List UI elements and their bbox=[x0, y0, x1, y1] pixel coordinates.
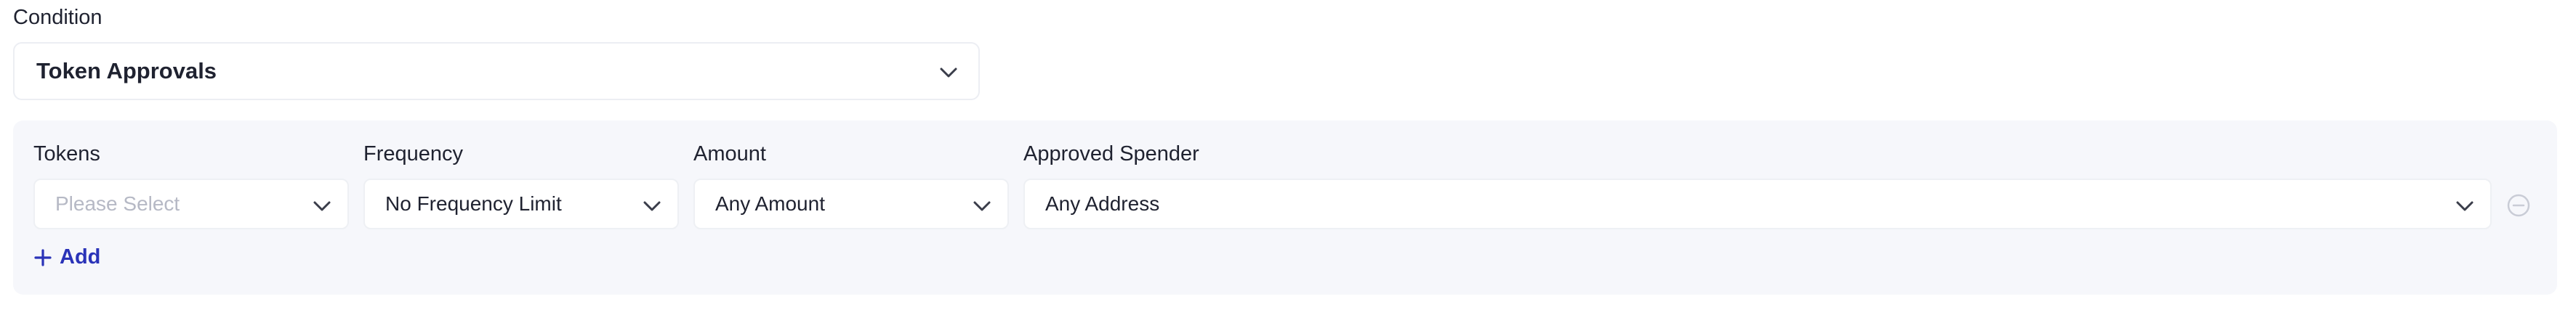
chevron-down-icon bbox=[940, 68, 957, 78]
frequency-select-value: No Frequency Limit bbox=[385, 192, 562, 215]
chevron-down-icon bbox=[973, 201, 991, 211]
amount-select-value: Any Amount bbox=[715, 192, 825, 215]
rule-panel: Tokens Frequency Amount Approved Spender… bbox=[13, 120, 2557, 295]
approved-spender-select[interactable]: Any Address bbox=[1023, 179, 2492, 229]
tokens-select[interactable]: Please Select bbox=[33, 179, 349, 229]
minus-circle-icon[interactable] bbox=[2506, 193, 2531, 218]
chevron-down-icon bbox=[643, 201, 661, 211]
add-button[interactable]: Add bbox=[33, 245, 100, 269]
approved-spender-label: Approved Spender bbox=[1023, 142, 1199, 165]
plus-icon bbox=[34, 248, 52, 266]
chevron-down-icon bbox=[313, 201, 331, 211]
condition-select[interactable]: Token Approvals bbox=[13, 42, 980, 100]
condition-label: Condition bbox=[13, 6, 102, 29]
amount-select[interactable]: Any Amount bbox=[693, 179, 1009, 229]
frequency-select[interactable]: No Frequency Limit bbox=[363, 179, 679, 229]
frequency-label: Frequency bbox=[363, 142, 464, 165]
add-button-label: Add bbox=[60, 245, 101, 269]
tokens-label: Tokens bbox=[33, 142, 100, 165]
tokens-select-value: Please Select bbox=[55, 192, 180, 215]
condition-select-value: Token Approvals bbox=[36, 58, 217, 83]
approved-spender-select-value: Any Address bbox=[1045, 192, 1160, 215]
amount-label: Amount bbox=[693, 142, 766, 165]
chevron-down-icon bbox=[2456, 201, 2474, 211]
